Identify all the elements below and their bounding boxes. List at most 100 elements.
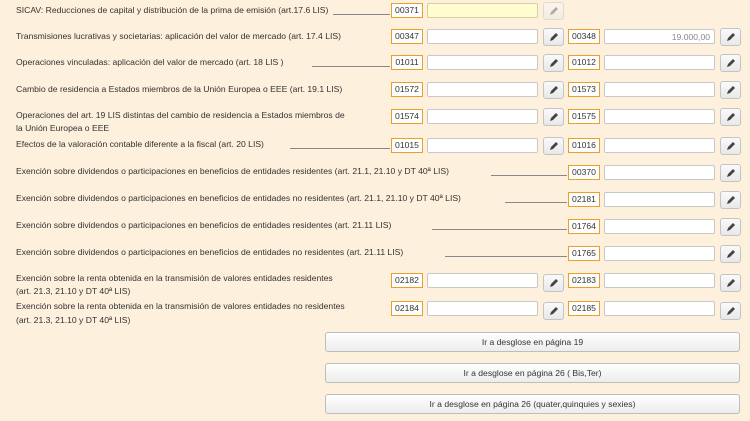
- row-label: Exención sobre dividendos o participacio…: [16, 220, 392, 230]
- value-field[interactable]: [604, 246, 715, 261]
- row-label: Exención sobre dividendos o participacio…: [16, 247, 404, 257]
- pencil-icon: [726, 113, 735, 121]
- go-page-26-bis-ter-button[interactable]: Ir a desglose en página 26 ( Bis,Ter): [325, 363, 740, 383]
- box-code: 01016: [568, 138, 600, 153]
- edit-button[interactable]: [720, 81, 741, 99]
- edit-button[interactable]: [720, 274, 741, 292]
- row-label: Exención sobre dividendos o participacio…: [16, 193, 461, 203]
- value-field[interactable]: [604, 82, 715, 97]
- edit-button[interactable]: [720, 108, 741, 126]
- pencil-icon: [726, 86, 735, 94]
- box-code: 01012: [568, 55, 600, 70]
- box-code: 00347: [391, 29, 423, 44]
- edit-button[interactable]: [543, 302, 564, 320]
- go-page-26-quater-button[interactable]: Ir a desglose en página 26 (quater,quinq…: [325, 394, 740, 414]
- pencil-icon: [726, 223, 735, 231]
- box-code: 00371: [391, 3, 423, 18]
- leader-line: [312, 66, 390, 67]
- pencil-icon: [549, 142, 558, 150]
- row-label-line1: Exención sobre la renta obtenida en la t…: [16, 273, 333, 283]
- edit-button[interactable]: [543, 108, 564, 126]
- value-field[interactable]: [604, 55, 715, 70]
- pencil-icon: [726, 279, 735, 287]
- pencil-icon: [726, 169, 735, 177]
- box-code: 02183: [568, 273, 600, 288]
- go-page-19-button[interactable]: Ir a desglose en página 19: [325, 332, 740, 352]
- edit-button[interactable]: [720, 137, 741, 155]
- value-field[interactable]: [604, 138, 715, 153]
- leader-line: [333, 14, 390, 15]
- value-field[interactable]: [427, 138, 538, 153]
- box-code: 01573: [568, 82, 600, 97]
- pencil-icon: [549, 113, 558, 121]
- edit-button[interactable]: [543, 2, 564, 20]
- row-label: Efectos de la valoración contable difere…: [16, 139, 264, 149]
- row-label-line2: (art. 21.3, 21.10 y DT 40ª LIS): [16, 315, 131, 325]
- edit-button[interactable]: [720, 164, 741, 182]
- box-code: 01765: [568, 246, 600, 261]
- edit-button[interactable]: [720, 54, 741, 72]
- edit-button[interactable]: [720, 28, 741, 46]
- row-label: SICAV: Reducciones de capital y distribu…: [16, 5, 329, 15]
- value-field[interactable]: [427, 273, 538, 288]
- leader-line: [491, 175, 567, 176]
- pencil-icon: [726, 59, 735, 67]
- box-code: 00370: [568, 165, 600, 180]
- leader-line: [445, 256, 567, 257]
- box-code: 02184: [391, 301, 423, 316]
- pencil-icon: [549, 33, 558, 41]
- value-field[interactable]: [604, 192, 715, 207]
- edit-button[interactable]: [720, 245, 741, 263]
- row-label: Operaciones vinculadas: aplicación del v…: [16, 57, 284, 67]
- value-field[interactable]: [427, 3, 538, 18]
- edit-button[interactable]: [543, 54, 564, 72]
- pencil-icon: [549, 307, 558, 315]
- edit-button[interactable]: [543, 137, 564, 155]
- pencil-icon: [549, 86, 558, 94]
- value-field[interactable]: [427, 301, 538, 316]
- pencil-icon: [726, 196, 735, 204]
- box-code: 02181: [568, 192, 600, 207]
- box-code: 01574: [391, 109, 423, 124]
- box-code: 01764: [568, 219, 600, 234]
- edit-button[interactable]: [543, 28, 564, 46]
- row-label: Transmisiones lucrativas y societarias: …: [16, 31, 341, 41]
- edit-button[interactable]: [543, 81, 564, 99]
- row-label: Cambio de residencia a Estados miembros …: [16, 84, 343, 94]
- row-label-line1: Operaciones del art. 19 LIS distintas de…: [16, 110, 345, 120]
- leader-line: [505, 202, 567, 203]
- leader-line: [290, 148, 390, 149]
- value-field[interactable]: [427, 82, 538, 97]
- edit-button[interactable]: [543, 274, 564, 292]
- value-field[interactable]: [604, 29, 715, 44]
- pencil-icon: [726, 250, 735, 258]
- row-label-line2: la Unión Europea o EEE: [16, 123, 110, 133]
- pencil-icon: [549, 7, 558, 15]
- pencil-icon: [726, 142, 735, 150]
- value-field[interactable]: [604, 219, 715, 234]
- value-field[interactable]: [604, 165, 715, 180]
- row-label-line2: (art. 21.3, 21.10 y DT 40ª LIS): [16, 286, 131, 296]
- value-field[interactable]: [604, 301, 715, 316]
- box-code: 02182: [391, 273, 423, 288]
- box-code: 01011: [391, 55, 423, 70]
- value-field[interactable]: [427, 29, 538, 44]
- row-label-line1: Exención sobre la renta obtenida en la t…: [16, 301, 345, 311]
- edit-button[interactable]: [720, 191, 741, 209]
- box-code: 01015: [391, 138, 423, 153]
- leader-line: [432, 229, 567, 230]
- box-code: 01575: [568, 109, 600, 124]
- box-code: 00348: [568, 29, 600, 44]
- edit-button[interactable]: [720, 302, 741, 320]
- row-label: Exención sobre dividendos o participacio…: [16, 166, 449, 176]
- value-field[interactable]: [604, 109, 715, 124]
- edit-button[interactable]: [720, 218, 741, 236]
- value-field[interactable]: [427, 109, 538, 124]
- value-field[interactable]: [427, 55, 538, 70]
- value-field[interactable]: [604, 273, 715, 288]
- pencil-icon: [549, 279, 558, 287]
- pencil-icon: [549, 59, 558, 67]
- box-code: 01572: [391, 82, 423, 97]
- pencil-icon: [726, 33, 735, 41]
- box-code: 02185: [568, 301, 600, 316]
